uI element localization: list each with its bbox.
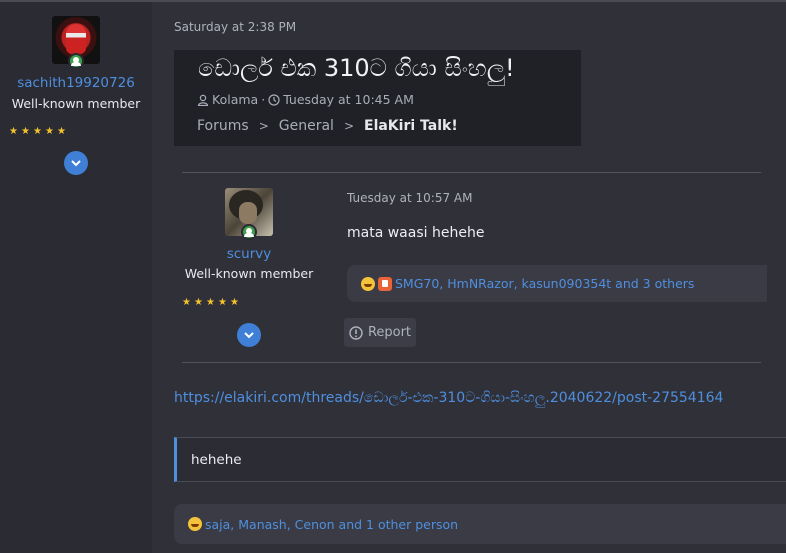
blockquote: hehehe bbox=[174, 437, 786, 482]
thread-link[interactable]: https://elakiri.com/threads/ඩොලර්-එක-310… bbox=[174, 390, 723, 406]
chevron-right-icon: > bbox=[343, 119, 354, 133]
star-icon: ★ bbox=[45, 126, 54, 137]
thread-author[interactable]: Kolama bbox=[212, 92, 258, 107]
report-label: Report bbox=[367, 325, 412, 340]
user-rating-stars: ★ ★ ★ ★ ★ bbox=[9, 126, 66, 137]
post-body: mata waasi hehehe bbox=[347, 225, 485, 241]
chevron-down-icon bbox=[71, 160, 81, 167]
alert-circle-icon bbox=[349, 325, 363, 340]
reactions-list[interactable]: saja, Manash, Cenon and 1 other person bbox=[205, 517, 458, 532]
username-link[interactable]: sachith19920726 bbox=[0, 75, 152, 91]
online-status-icon bbox=[68, 53, 84, 69]
dislike-reaction-icon bbox=[378, 276, 392, 291]
star-icon: ★ bbox=[194, 297, 203, 308]
thread-title[interactable]: ඩොලර් එක 310ට ගියා සිංහලු! bbox=[198, 54, 515, 82]
chevron-right-icon: > bbox=[258, 119, 269, 133]
user-title: Well-known member bbox=[11, 96, 141, 111]
post-timestamp[interactable]: Tuesday at 10:57 AM bbox=[347, 191, 472, 205]
expand-user-info-button[interactable] bbox=[64, 151, 88, 175]
star-icon: ★ bbox=[218, 297, 227, 308]
star-icon: ★ bbox=[182, 297, 191, 308]
breadcrumb-item-forums[interactable]: Forums bbox=[197, 118, 249, 134]
quoted-thread-card[interactable]: ඩොලර් එක 310ට ගියා සිංහලු! Kolama · Tues… bbox=[174, 50, 581, 146]
star-icon: ★ bbox=[57, 126, 66, 137]
star-icon: ★ bbox=[9, 126, 18, 137]
post-author-column: sachith19920726 Well-known member ★ ★ ★ … bbox=[0, 2, 152, 553]
star-icon: ★ bbox=[21, 126, 30, 137]
laugh-reaction-icon bbox=[188, 517, 202, 531]
user-rating-stars: ★ ★ ★ ★ ★ bbox=[182, 297, 239, 308]
star-icon: ★ bbox=[206, 297, 215, 308]
nested-post-bottom-divider bbox=[182, 362, 761, 363]
breadcrumb-item-current[interactable]: ElaKiri Talk! bbox=[364, 118, 458, 134]
clock-icon bbox=[268, 93, 280, 106]
breadcrumb: Forums > General > ElaKiri Talk! bbox=[197, 118, 458, 134]
thread-date: Tuesday at 10:45 AM bbox=[283, 92, 414, 107]
chevron-down-icon bbox=[244, 332, 254, 339]
star-icon: ★ bbox=[33, 126, 42, 137]
report-button[interactable]: Report bbox=[344, 318, 416, 347]
laugh-reaction-icon bbox=[361, 276, 375, 291]
user-icon bbox=[197, 94, 209, 106]
online-status-icon bbox=[241, 224, 257, 240]
quote-text: hehehe bbox=[191, 452, 242, 468]
user-title: Well-known member bbox=[184, 266, 314, 281]
username-link[interactable]: scurvy bbox=[174, 246, 324, 262]
star-icon: ★ bbox=[230, 297, 239, 308]
expand-user-info-button[interactable] bbox=[237, 323, 261, 347]
post-timestamp[interactable]: Saturday at 2:38 PM bbox=[174, 20, 296, 34]
reactions-list[interactable]: SMG70, HmNRazor, kasun090354t and 3 othe… bbox=[395, 276, 694, 291]
breadcrumb-item-general[interactable]: General bbox=[279, 118, 334, 134]
reactions-bar[interactable]: SMG70, HmNRazor, kasun090354t and 3 othe… bbox=[347, 265, 767, 302]
nested-post-top-divider bbox=[182, 172, 761, 173]
meta-separator: · bbox=[261, 92, 266, 107]
reactions-bar[interactable]: saja, Manash, Cenon and 1 other person bbox=[174, 504, 786, 544]
thread-meta: Kolama · Tuesday at 10:45 AM bbox=[197, 92, 414, 107]
